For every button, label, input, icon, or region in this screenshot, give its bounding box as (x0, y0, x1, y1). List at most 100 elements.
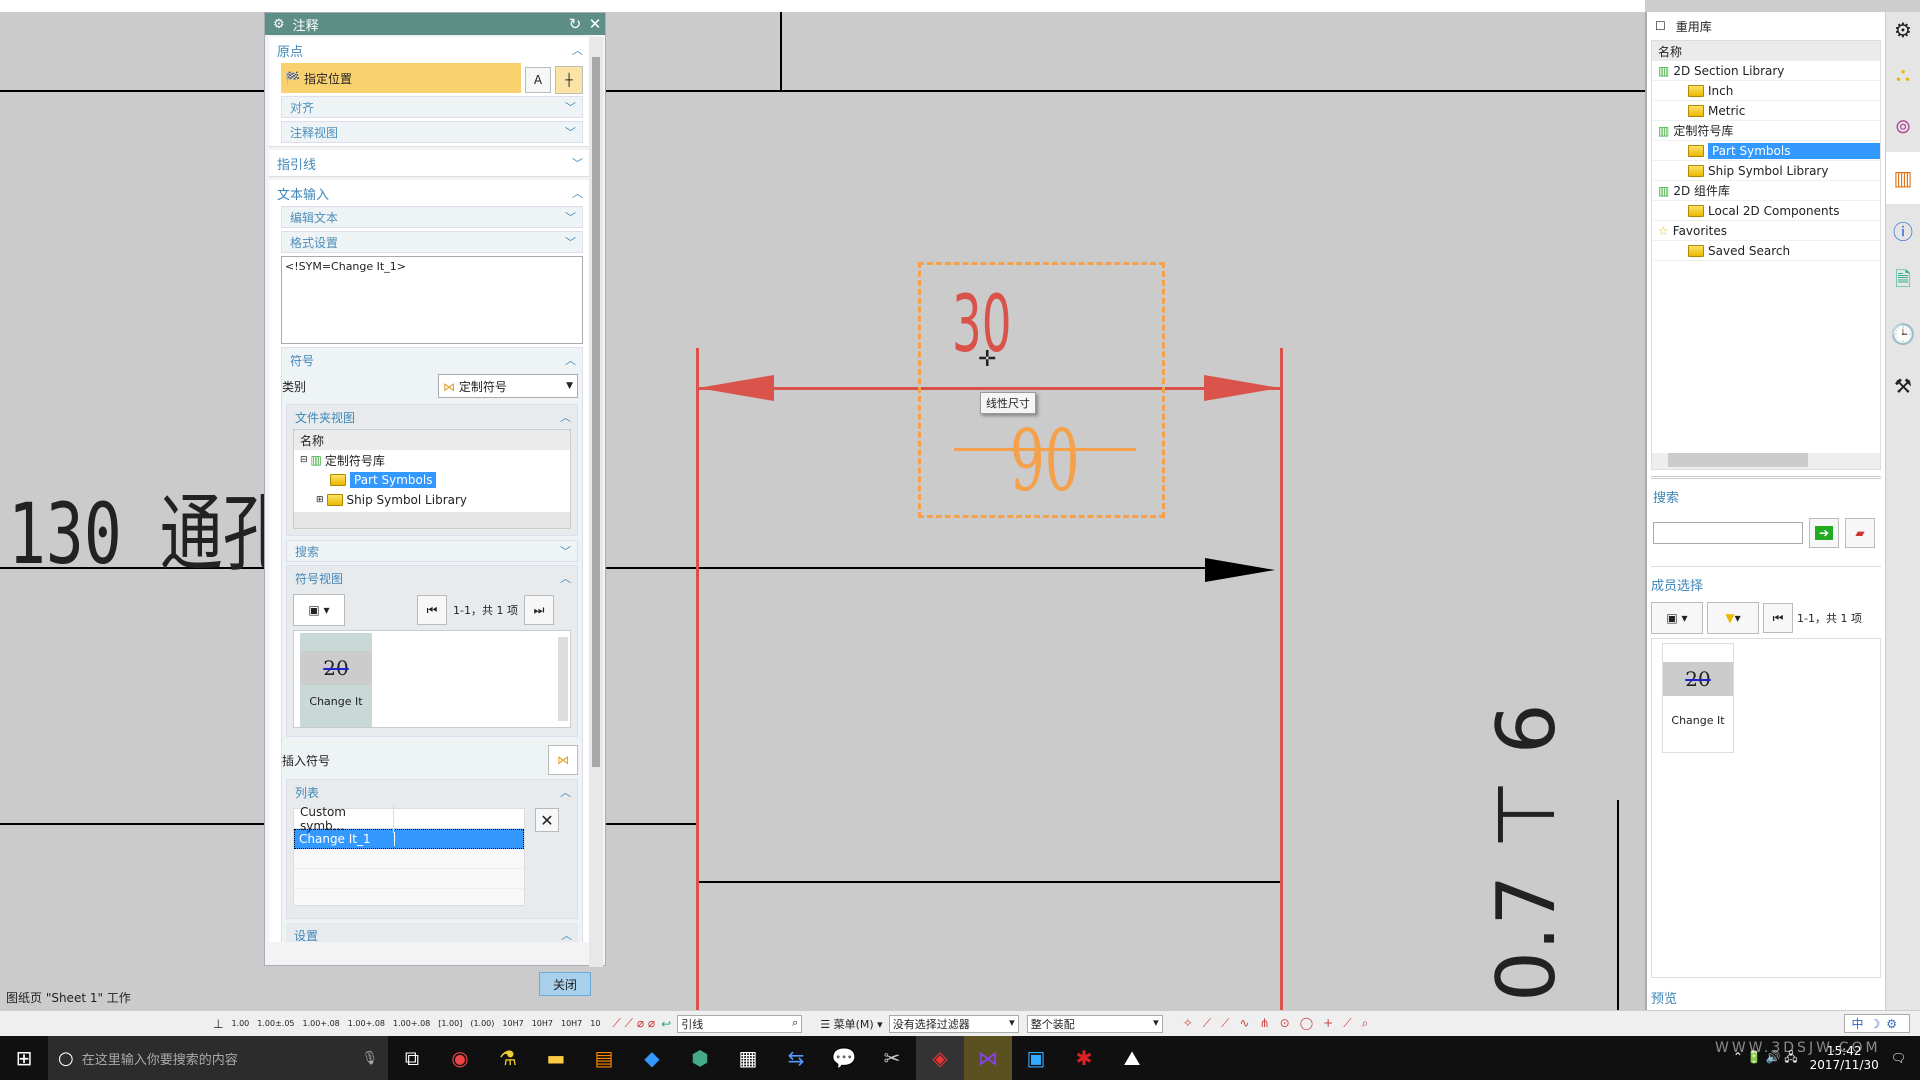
folder-tree[interactable]: 名称 ⊟ ▥ 定制符号库 Part Symbols ⊞ Ship Symbol Lib… (293, 429, 571, 529)
settings-icon[interactable]: ⚙ (1886, 12, 1920, 48)
search-subsection[interactable]: 搜索 ﹀ (286, 540, 578, 562)
reuse-tree[interactable]: 名称 ▥ 2D Section Library Inch Metric ▥ 定制符号库 Pa… (1651, 40, 1881, 470)
dialog-scrollbar[interactable] (589, 37, 603, 967)
origin-tool-button[interactable]: ┼ (555, 65, 583, 94)
dialog-titlebar[interactable]: ⚙ 注释 ↻ ✕ (265, 13, 605, 35)
tree-item[interactable]: Saved Search (1652, 241, 1880, 261)
text-style-button[interactable]: A (525, 66, 551, 93)
tree-item[interactable]: Ship Symbol Library (1652, 161, 1880, 181)
selection-filter-select[interactable]: 没有选择过滤器 ▾ (888, 1014, 1019, 1033)
web-browser-icon[interactable]: 🗎 (1886, 256, 1920, 308)
close-icon[interactable]: ✕ (585, 15, 605, 33)
task-view-icon[interactable]: ⧉ (388, 1036, 436, 1080)
dimension-format-button[interactable]: 10H7 (532, 1019, 553, 1028)
section-origin[interactable]: 原点 ︿ (269, 37, 589, 63)
search-input[interactable] (1653, 522, 1803, 544)
app-icon[interactable]: ⚗ (484, 1036, 532, 1080)
view-mode-dropdown[interactable]: ▣ ▾ (1651, 602, 1703, 634)
history-icon[interactable]: 🕒 (1886, 308, 1920, 360)
dimension-format-button[interactable]: 10H7 (561, 1019, 582, 1028)
visual-studio-icon[interactable]: ⋈ (964, 1036, 1012, 1080)
align-subsection[interactable]: 对齐 ﹀ (281, 96, 583, 118)
app-icon[interactable]: ⬢ (676, 1036, 724, 1080)
chrome-icon[interactable]: ◉ (436, 1036, 484, 1080)
category-select[interactable]: ⋈ 定制符号 ▼ (438, 374, 578, 398)
app-icon[interactable]: ▣ (1012, 1036, 1060, 1080)
tree-item[interactable]: ☆ Favorites (1652, 221, 1880, 241)
dimension-format-button[interactable]: (1.00) (470, 1019, 494, 1028)
section-folder-view[interactable]: 文件夹视图 ︿ (287, 405, 577, 429)
search-go-button[interactable]: ➔ (1809, 518, 1839, 548)
dimension-style-icon[interactable]: ⊥ (213, 1017, 223, 1031)
delete-button[interactable]: ✕ (535, 808, 559, 832)
tree-item[interactable]: Metric (1652, 101, 1880, 121)
annotation-icon[interactable]: ⟋ ⟋ ⌀ ⌀ (612, 1016, 655, 1031)
ime-toolbar[interactable]: 中☽⚙ (1844, 1014, 1910, 1033)
wechat-icon[interactable]: 💬 (820, 1036, 868, 1080)
dimension-format-button[interactable]: 1.00±.05 (257, 1019, 294, 1028)
annotation-view-subsection[interactable]: 注释视图 ﹀ (281, 121, 583, 143)
app-icon[interactable]: ✱ (1060, 1036, 1108, 1080)
reuse-library-icon[interactable]: ▥ (1886, 152, 1920, 204)
section-settings[interactable]: 设置 ︿ (286, 923, 578, 942)
taskbar-search[interactable]: ○ 在这里输入你要搜索的内容 🎙 (48, 1036, 388, 1080)
clear-search-button[interactable]: ▰ (1845, 518, 1875, 548)
windows-start-icon[interactable]: ⊞ (0, 1036, 48, 1080)
leader-input[interactable]: 引线 ⌕ (677, 1014, 803, 1033)
calculator-icon[interactable]: ▦ (724, 1036, 772, 1080)
pdf-icon[interactable]: ▤ (580, 1036, 628, 1080)
text-input-area[interactable]: <!SYM=Change It_1> (281, 256, 583, 344)
undo-icon[interactable]: ↩ (661, 1017, 671, 1031)
tools-icon[interactable]: ⚒ (1886, 360, 1920, 412)
symbol-thumbnail[interactable]: 20 Change It (300, 633, 372, 727)
symbol-thumbnail[interactable]: 20 Change It (1662, 643, 1734, 753)
dimension-format-button[interactable]: 1.00 (231, 1019, 249, 1028)
menu-button[interactable]: ☰ 菜单(M) ▾ (820, 1016, 882, 1032)
last-page-button[interactable]: ⏭ (523, 595, 554, 625)
snipping-icon[interactable]: ✂ (868, 1036, 916, 1080)
dimension-format-button[interactable]: [1.00] (438, 1019, 462, 1028)
tree-item[interactable]: ▥ 2D Section Library (1652, 61, 1880, 81)
file-explorer-icon[interactable]: ▬ (532, 1036, 580, 1080)
dimension-format-button[interactable]: 10H7 (502, 1019, 523, 1028)
section-text-input[interactable]: 文本输入 ︿ (269, 180, 589, 206)
format-subsection[interactable]: 格式设置 ﹀ (281, 231, 583, 253)
dimension-format-button[interactable]: 1.00+.08 (393, 1019, 430, 1028)
vertical-scrollbar[interactable] (558, 637, 568, 721)
dimension-format-button[interactable]: 10 (590, 1019, 600, 1028)
list-row[interactable]: Change It_1 (294, 829, 524, 849)
tree-item[interactable]: ▥ 2D 组件库 (1652, 181, 1880, 201)
specify-location[interactable]: 🏁 指定位置 (281, 63, 521, 93)
tree-item[interactable]: ⊟ ▥ 定制符号库 (294, 450, 570, 470)
feishu-icon[interactable]: ◆ (628, 1036, 676, 1080)
assembly-scope-select[interactable]: 整个装配 ▾ (1026, 1014, 1163, 1033)
snap-point-icons[interactable]: ✧⟋⟋∿⋔⊙◯+⟋⌕ (1183, 1016, 1379, 1031)
tree-item[interactable]: Part Symbols (1652, 141, 1880, 161)
section-leader[interactable]: 指引线 ﹀ (269, 150, 589, 176)
tree-item[interactable]: ⊞ Ship Symbol Library (294, 490, 570, 510)
first-page-button[interactable]: ⏮ (1763, 603, 1793, 633)
notification-icon[interactable]: 🗨 (1891, 1051, 1906, 1065)
reset-icon[interactable]: ↻ (565, 15, 585, 33)
constraint-navigator-icon[interactable]: ⊚ (1886, 100, 1920, 152)
section-symbol[interactable]: 符号 ︿ (282, 348, 582, 372)
view-mode-dropdown[interactable]: ▣ ▾ (293, 594, 345, 626)
photos-icon[interactable]: ⛰ (1108, 1036, 1156, 1080)
assembly-navigator-icon[interactable]: ⛬ (1886, 48, 1920, 100)
filter-dropdown[interactable]: ▼ ▾ (1707, 602, 1759, 634)
tree-item[interactable]: Local 2D Components (1652, 201, 1880, 221)
symbol-list-table[interactable]: Custom symb... Change It_1 (293, 804, 525, 906)
insert-symbol-button[interactable]: ⋈ (548, 745, 578, 775)
first-page-button[interactable]: ⏮ (417, 595, 447, 625)
horizontal-scrollbar[interactable] (294, 512, 570, 528)
network-app-icon[interactable]: ⇆ (772, 1036, 820, 1080)
tree-item[interactable]: Part Symbols (294, 470, 570, 490)
dimension-format-button[interactable]: 1.00+.08 (348, 1019, 385, 1028)
tree-item[interactable]: Inch (1652, 81, 1880, 101)
nx-icon[interactable]: ◈ (916, 1036, 964, 1080)
edit-text-subsection[interactable]: 编辑文本 ﹀ (281, 206, 583, 228)
section-list[interactable]: 列表 ︿ (287, 780, 577, 804)
info-icon[interactable]: ⓘ (1886, 204, 1920, 256)
drawing-canvas[interactable]: 130 通孔 0.7 ⊤ 6 30 90 ✛ 线性尺寸 图纸页 "Sheet 1… (0, 0, 1645, 1023)
tree-item[interactable]: ▥ 定制符号库 (1652, 121, 1880, 141)
